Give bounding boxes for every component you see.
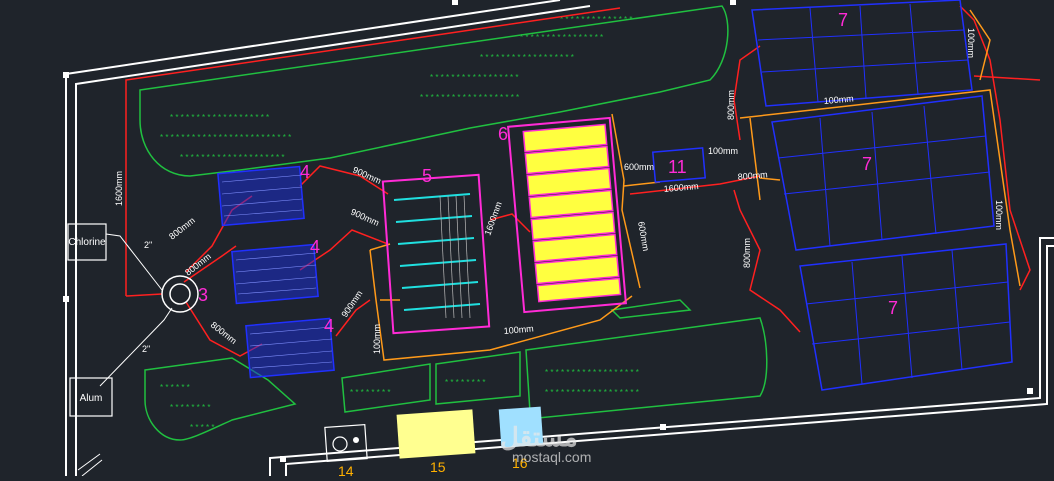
blue-units-4 <box>217 165 335 379</box>
svg-text:* * * * * * * *: * * * * * * * * <box>445 378 485 387</box>
svg-text:* * * * * * * * * * * * * * *: * * * * * * * * * * * * * * * * * * * * <box>180 153 285 162</box>
svg-text:* * * * * * * * * * * * * * *: * * * * * * * * * * * * * * * * * * <box>480 53 574 62</box>
pipe-size-a: 2" <box>144 240 152 250</box>
label-7b: 7 <box>862 154 872 174</box>
svg-text:* * * * * * * * * * * * * * *: * * * * * * * * * * * * * * * * * * <box>545 368 639 377</box>
label-7c: 7 <box>888 298 898 318</box>
dim-800-r2: 800mm <box>737 169 768 182</box>
chemical-lines <box>99 233 173 387</box>
label-7a: 7 <box>838 10 848 30</box>
chlorine-box: Chlorine <box>67 223 107 261</box>
label-3: 3 <box>198 285 208 305</box>
unit-6 <box>507 116 627 314</box>
watermark-brand: مستقل <box>500 422 578 452</box>
dim-1600-left: 1600mm <box>114 171 124 206</box>
dim-900-a: 900mm <box>351 165 382 186</box>
dim-100-r1: 100mm <box>966 28 976 58</box>
dim-800-r3: 800mm <box>742 238 752 268</box>
svg-text:* * * * * * * * * * * * * * *: * * * * * * * * * * * * * * * * * * * <box>170 113 269 122</box>
dim-800-a: 800mm <box>167 215 197 241</box>
blue-units-7 <box>751 0 1013 391</box>
label-4c: 4 <box>324 316 334 336</box>
site-boundary <box>65 0 1054 476</box>
label-14: 14 <box>338 463 354 476</box>
alum-label: Alum <box>80 393 103 404</box>
chlorine-label: Chlorine <box>68 237 106 248</box>
dim-100-bottom: 100mm <box>503 323 534 336</box>
dim-1600-mid: 1600mm <box>482 200 503 236</box>
dim-600-a: 600mm <box>624 162 654 172</box>
svg-text:* * * * * * * * * * * * * * *: * * * * * * * * * * * * * * * * * * * * … <box>160 133 291 142</box>
pipe-size-b: 2" <box>142 344 150 354</box>
dim-100-a: 100mm <box>708 146 738 156</box>
svg-text:* * * * * * * * * * * * * * *: * * * * * * * * * * * * * * * * * <box>430 73 519 82</box>
svg-text:* * * * * *: * * * * * * <box>160 383 190 392</box>
svg-text:* * * * *: * * * * * <box>190 423 214 432</box>
dim-1600-b: 1600mm <box>663 181 699 194</box>
stairs <box>77 453 103 477</box>
label-4b: 4 <box>310 237 320 257</box>
svg-text:* * * * * * * *: * * * * * * * * <box>170 403 210 412</box>
svg-text:* * * * * * * * * * * * * * *: * * * * * * * * * * * * * * * * <box>520 33 603 42</box>
watermark-site: mostaql.com <box>512 449 591 465</box>
unit-14 <box>324 424 368 462</box>
dim-900-b: 900mm <box>349 207 380 228</box>
unit-5 <box>381 173 491 335</box>
label-4a: 4 <box>300 162 310 182</box>
dim-100-left: 100mm <box>372 324 382 354</box>
site-plan: * * * * * * * * * * * * * * * * * * * * … <box>63 0 1054 479</box>
dim-800-r1: 800mm <box>726 90 736 120</box>
svg-text:* * * * * * * *: * * * * * * * * <box>350 388 390 397</box>
dim-600-b: 600mm <box>636 221 651 252</box>
unit-15 <box>396 409 476 459</box>
dim-100-r2: 100mm <box>823 93 854 106</box>
label-11: 11 <box>668 157 687 177</box>
label-5: 5 <box>422 166 432 186</box>
svg-text:* * * * * * * * * * * * * * *: * * * * * * * * * * * * * * * * * * * <box>420 93 519 102</box>
tank-3 <box>161 275 199 313</box>
label-15: 15 <box>430 459 446 475</box>
svg-text:* * * * * * * * * * * * * * *: * * * * * * * * * * * * * * * * * * <box>545 388 639 397</box>
dim-100-r3: 100mm <box>994 200 1004 230</box>
svg-text:* * * * * * * * * * * * * *: * * * * * * * * * * * * * * <box>560 15 632 24</box>
label-6: 6 <box>498 124 508 144</box>
